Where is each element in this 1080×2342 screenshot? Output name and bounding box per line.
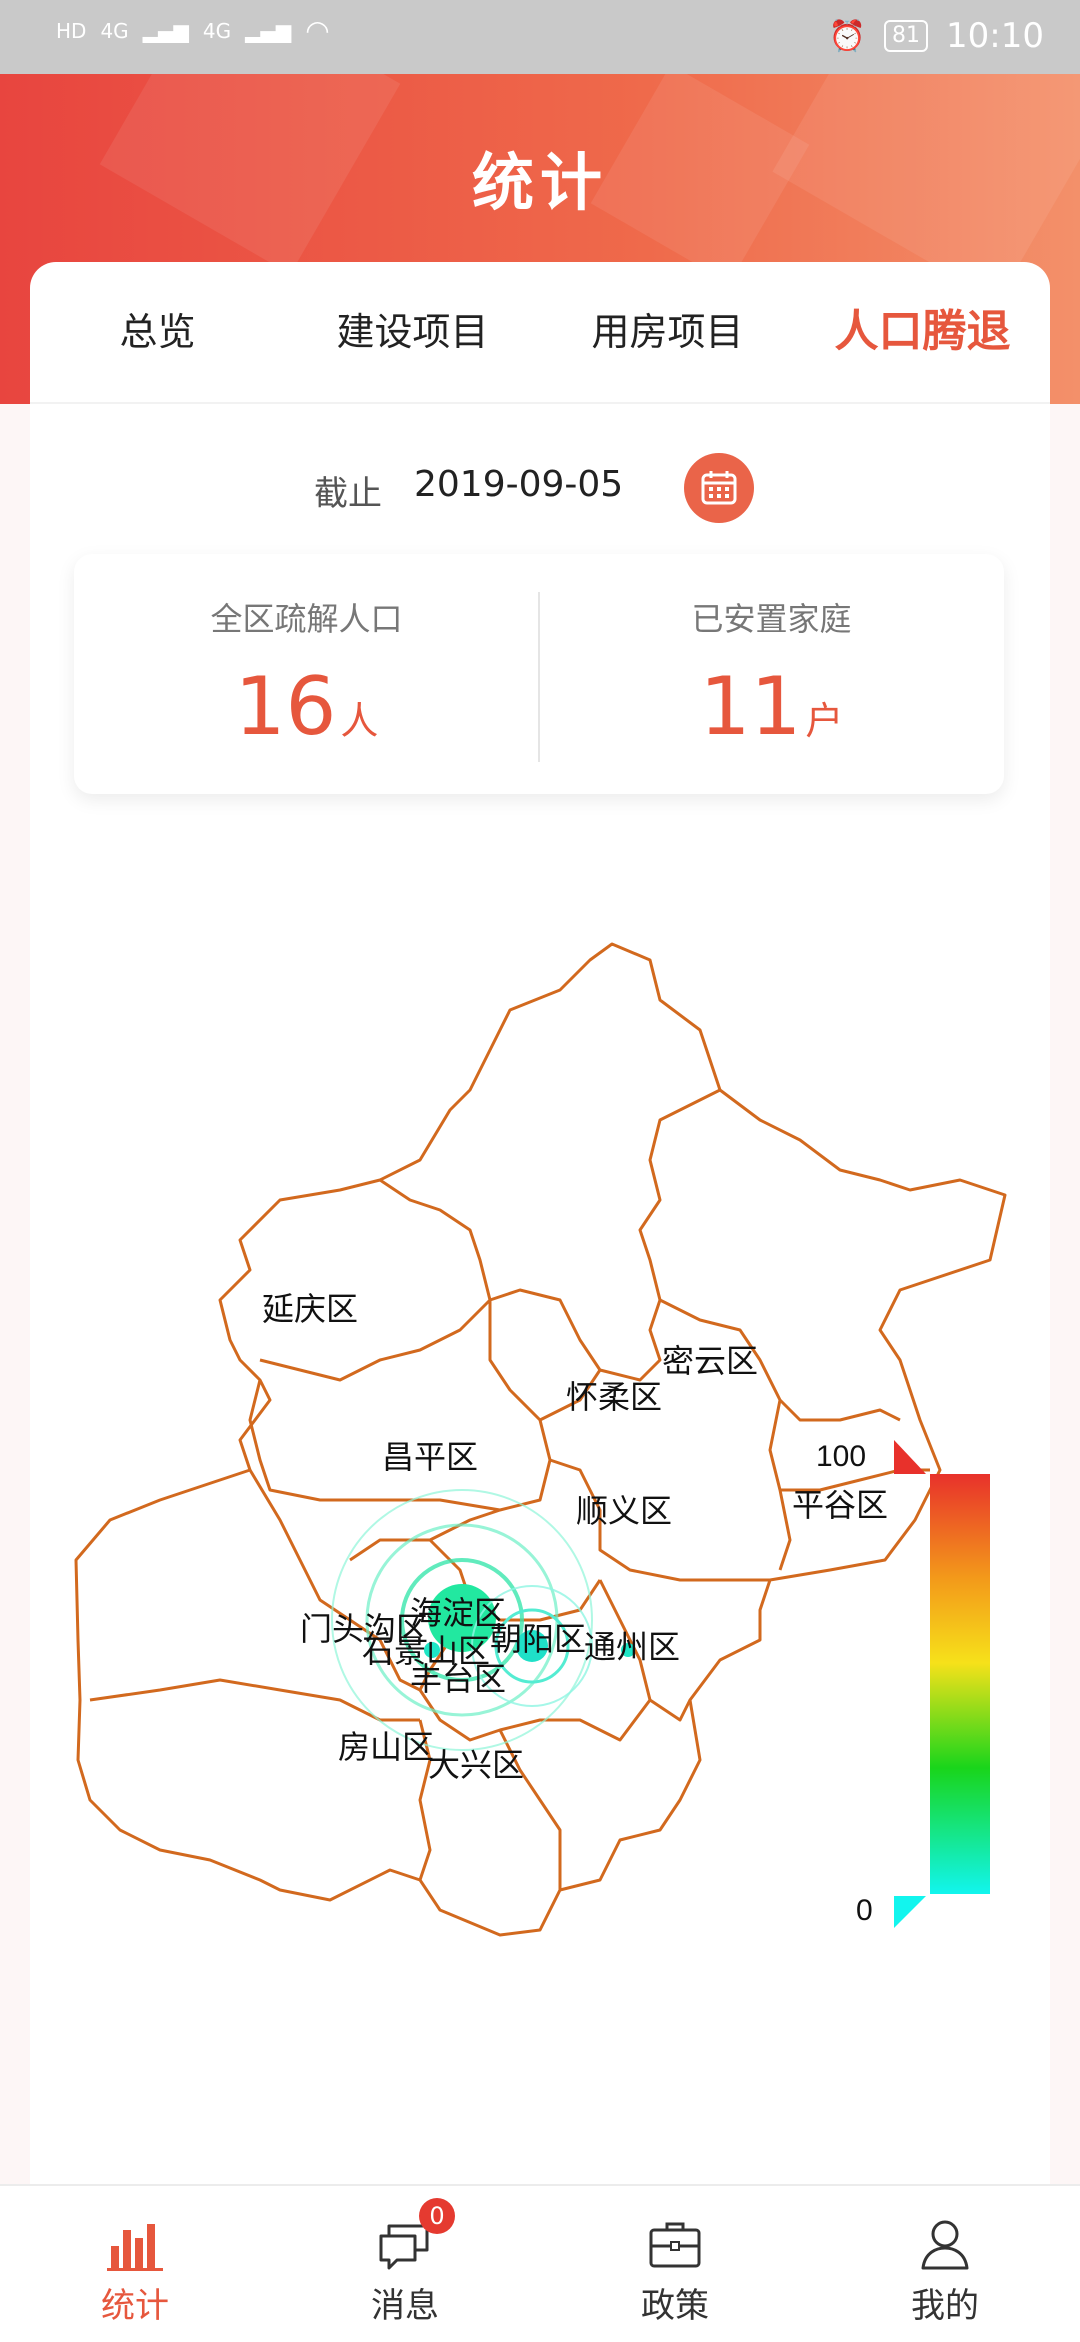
district-label: 顺义区 bbox=[576, 1493, 672, 1529]
legend-max: 100 bbox=[816, 1440, 866, 1473]
legend-gradient-bar bbox=[930, 1474, 990, 1894]
district-label: 平谷区 bbox=[792, 1487, 888, 1523]
nav-label: 消息 bbox=[371, 2286, 439, 2326]
bar-chart-icon bbox=[107, 2224, 163, 2271]
legend-handle-top[interactable] bbox=[894, 1440, 926, 1474]
district-label: 怀柔区 bbox=[566, 1379, 662, 1415]
district-label: 大兴区 bbox=[428, 1747, 524, 1783]
nav-label: 我的 bbox=[911, 2286, 979, 2326]
nav-label: 政策 bbox=[641, 2286, 709, 2326]
district-label: 昌平区 bbox=[382, 1439, 478, 1475]
nav-policy[interactable]: 政策 bbox=[540, 2186, 810, 2342]
message-badge: 0 bbox=[419, 2198, 455, 2234]
district-label: 通州区 bbox=[584, 1629, 680, 1665]
district-label: 密云区 bbox=[662, 1343, 758, 1379]
nav-label: 统计 bbox=[101, 2286, 169, 2326]
district-label: 朝阳区 bbox=[490, 1621, 586, 1657]
district-label: 房山区 bbox=[338, 1729, 434, 1765]
user-icon bbox=[921, 2220, 969, 2270]
bottom-navigation: 统计 0 消息 政策 我的 bbox=[0, 2184, 1080, 2342]
briefcase-icon bbox=[649, 2222, 701, 2268]
legend-min: 0 bbox=[856, 1894, 873, 1927]
nav-messages[interactable]: 0 消息 bbox=[270, 2186, 540, 2342]
nav-profile[interactable]: 我的 bbox=[810, 2186, 1080, 2342]
district-label: 延庆区 bbox=[262, 1291, 358, 1327]
nav-statistics[interactable]: 统计 bbox=[0, 2186, 270, 2342]
beijing-district-map[interactable]: 延庆区 密云区 怀柔区 昌平区 顺义区 平谷区 门头沟区 石景山区 海淀区 朝阳… bbox=[0, 0, 1080, 2184]
legend-handle-bottom[interactable] bbox=[894, 1896, 926, 1928]
district-label: 丰台区 bbox=[410, 1661, 506, 1697]
